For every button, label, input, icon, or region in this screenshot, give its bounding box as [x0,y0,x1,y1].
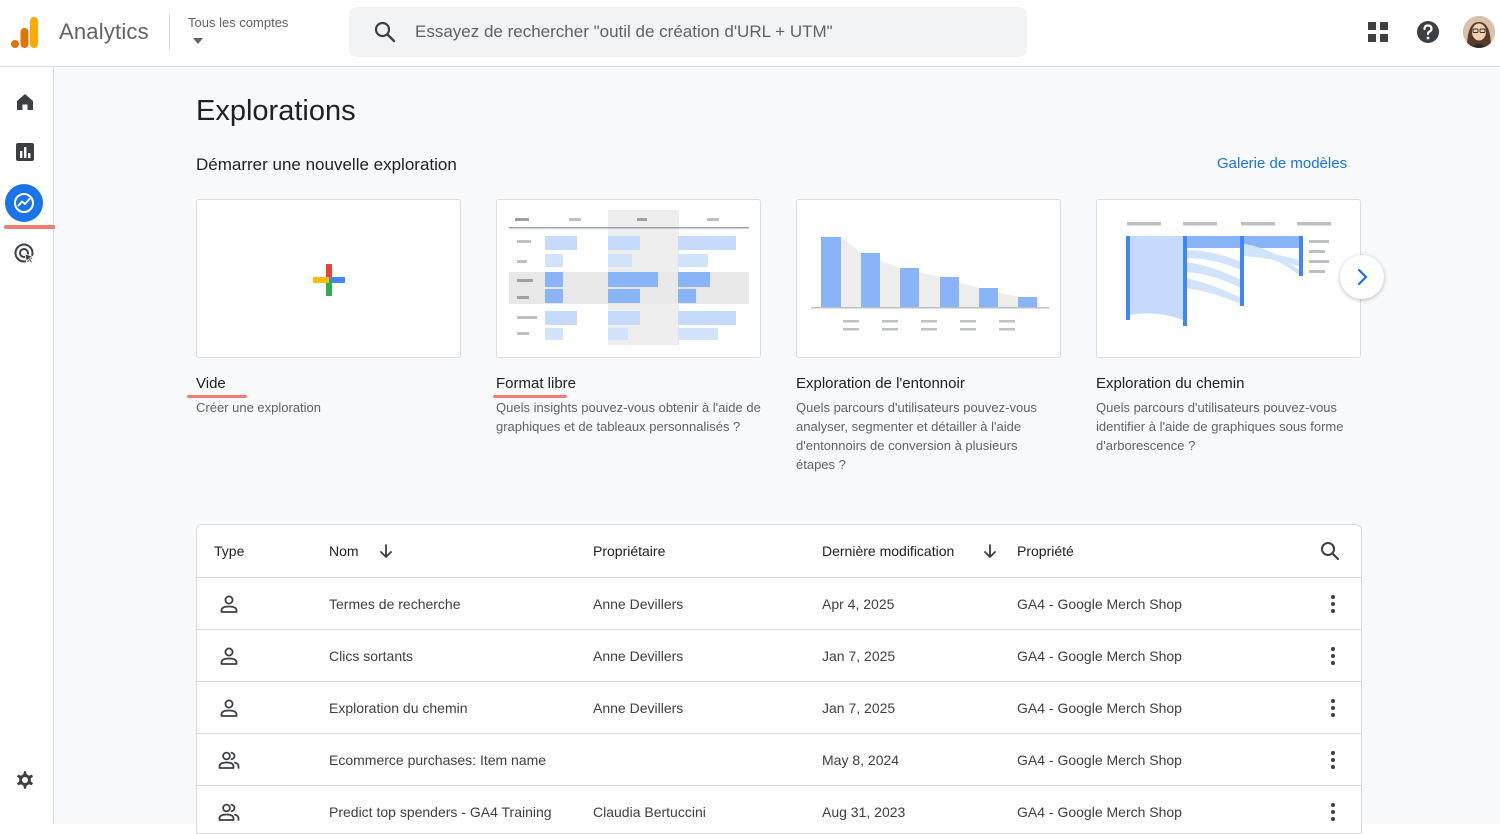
plus-icon [313,264,345,296]
template-desc-path: Quels parcours d'utilisateurs pouvez-vou… [1096,400,1344,453]
nav-reports[interactable] [10,137,40,167]
table-search-icon[interactable] [1318,539,1342,563]
row-modified: May 8, 2024 [822,752,900,768]
more-vert-icon[interactable] [1321,748,1345,772]
account-selector[interactable]: Tous les comptes [188,15,288,30]
row-property: GA4 - Google Merch Shop [1017,804,1182,820]
table-row[interactable]: Clics sortants Anne Devillers Jan 7, 202… [197,630,1361,682]
carousel-next-button[interactable] [1340,255,1384,299]
more-vert-icon[interactable] [1321,592,1345,616]
shared-people-icon [218,803,240,821]
funnel-preview-icon [811,237,1049,331]
template-card-blank[interactable] [196,199,461,358]
column-header-property[interactable]: Propriété [1017,525,1074,577]
row-modified: Jan 7, 2025 [822,648,896,664]
home-icon [17,94,33,110]
left-nav [0,67,62,824]
search-icon[interactable] [373,20,397,44]
chevron-right-icon [1357,268,1368,286]
row-name[interactable]: Ecommerce purchases: Item name [329,734,546,786]
row-name[interactable]: Termes de recherche [329,578,461,630]
header-divider [169,14,170,50]
user-avatar[interactable] [1463,16,1495,48]
column-header-owner[interactable]: Propriétaire [593,525,665,577]
freeform-preview-icon [509,210,749,345]
nav-advertising[interactable] [10,239,40,269]
template-title-funnel[interactable]: Exploration de l'entonnoir [796,375,965,392]
table-header: Type Nom Propriétaire Dernière modificat… [197,525,1361,578]
arrow-down-icon[interactable] [377,542,395,560]
row-property: GA4 - Google Merch Shop [1017,752,1182,768]
search-bar[interactable] [349,7,1027,57]
caret-down-icon[interactable] [190,34,206,48]
section-subtitle: Démarrer une nouvelle exploration [196,155,457,174]
advertising-icon [14,243,35,264]
table-row[interactable]: Ecommerce purchases: Item name May 8, 20… [197,734,1361,786]
template-title-freeform[interactable]: Format libre [496,375,576,392]
path-preview-icon [1126,222,1331,326]
row-owner: Anne Devillers [593,648,684,664]
gear-icon [17,771,33,789]
template-card-funnel[interactable] [796,199,1061,358]
template-desc-blank: Créer une exploration [196,400,322,415]
row-property: GA4 - Google Merch Shop [1017,648,1182,664]
row-property: GA4 - Google Merch Shop [1017,700,1182,716]
main-content: Explorations Démarrer une nouvelle explo… [55,67,1500,834]
template-card-path[interactable] [1096,199,1361,358]
search-input[interactable] [415,7,1005,57]
template-title-blank[interactable]: Vide [196,375,226,392]
person-icon [220,699,238,717]
row-owner: Claudia Bertuccini [593,804,706,820]
row-modified: Jan 7, 2025 [822,700,896,716]
column-header-modified[interactable]: Dernière modification [822,525,954,577]
table-row[interactable]: Exploration du chemin Anne Devillers Jan… [197,682,1361,734]
more-vert-icon[interactable] [1321,696,1345,720]
row-modified: Apr 4, 2025 [822,596,895,612]
template-title-path[interactable]: Exploration du chemin [1096,375,1244,392]
person-icon [220,595,238,613]
template-desc-funnel: Quels parcours d'utilisateurs pouvez-vou… [796,400,1037,472]
apps-grid-icon[interactable] [1365,19,1391,45]
row-owner: Anne Devillers [593,700,684,716]
column-header-name[interactable]: Nom [329,525,359,577]
row-name[interactable]: Exploration du chemin [329,682,468,734]
template-card-freeform[interactable] [496,199,761,358]
nav-home[interactable] [10,87,40,117]
reports-icon [16,143,34,161]
more-vert-icon[interactable] [1321,800,1345,824]
person-icon [220,647,238,665]
analytics-logo-icon[interactable] [11,17,39,48]
row-name[interactable]: Clics sortants [329,630,413,682]
help-icon[interactable] [1415,19,1441,45]
template-desc-freeform: Quels insights pouvez-vous obtenir à l'a… [496,400,761,434]
more-vert-icon[interactable] [1321,644,1345,668]
page-title: Explorations [196,95,356,127]
row-property: GA4 - Google Merch Shop [1017,596,1182,612]
app-title: Analytics [59,19,149,44]
nav-settings[interactable] [10,765,40,795]
arrow-down-icon[interactable] [981,542,999,560]
row-name[interactable]: Predict top spenders - GA4 Training [329,786,552,833]
top-bar: Analytics Tous les comptes [0,0,1500,67]
row-owner: Anne Devillers [593,596,684,612]
template-gallery-link[interactable]: Galerie de modèles [1217,155,1347,172]
avatar-portrait-icon [1463,16,1495,48]
column-header-type: Type [214,543,245,559]
table-row[interactable]: Termes de recherche Anne Devillers Apr 4… [197,578,1361,630]
explore-icon [14,193,34,213]
annotation-underline [4,225,62,229]
row-modified: Aug 31, 2023 [822,804,906,820]
table-row[interactable]: Predict top spenders - GA4 Training Clau… [197,786,1361,833]
shared-people-icon [218,751,240,769]
explorations-table: Type Nom Propriétaire Dernière modificat… [196,524,1362,834]
